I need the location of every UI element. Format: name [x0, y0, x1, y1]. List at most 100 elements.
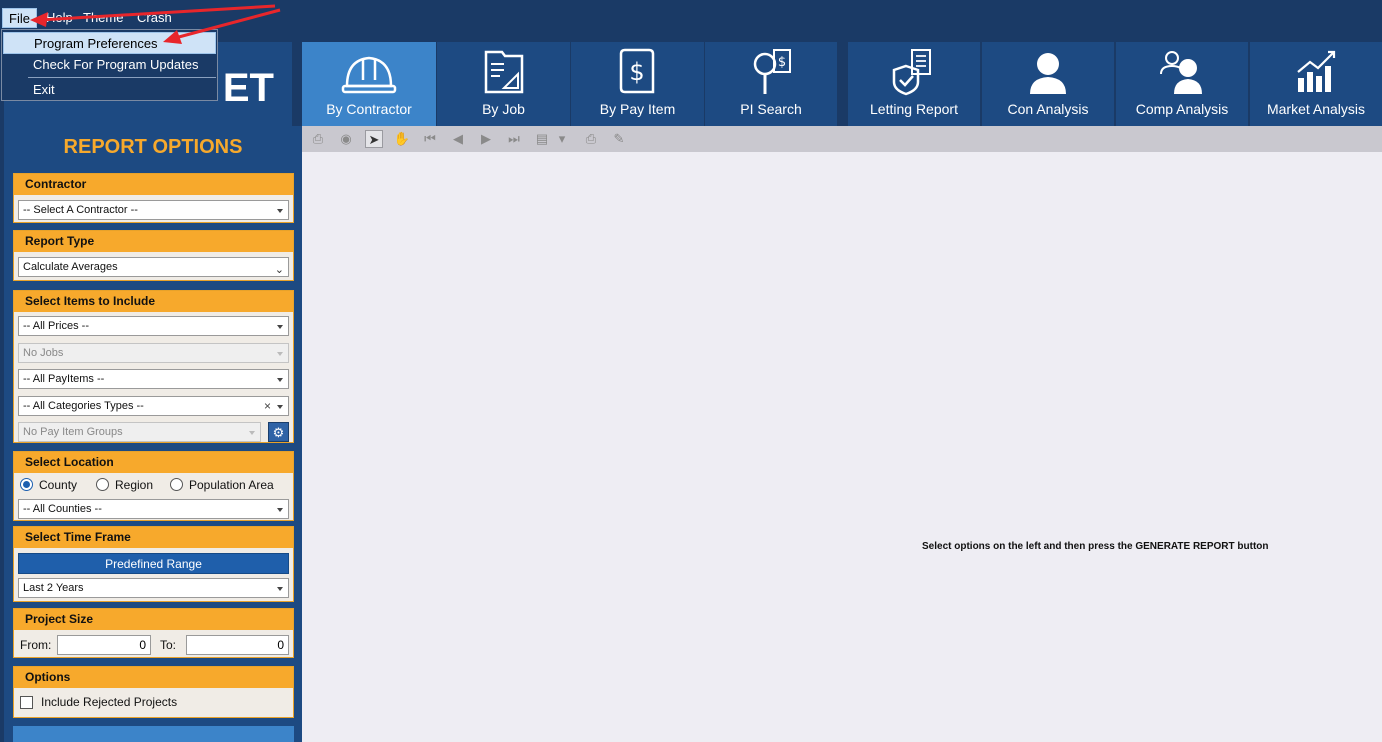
location-radio-group: County Region Population Area: [14, 476, 295, 496]
person-icon: [1030, 53, 1066, 94]
dropdown-arrow-icon: [277, 325, 283, 329]
categories-value: -- All Categories Types --: [23, 400, 144, 412]
viewer-message: Select options on the left and then pres…: [922, 541, 1269, 552]
pay-item-groups-select: No Pay Item Groups: [18, 422, 261, 442]
tab-label: Letting Report: [870, 101, 958, 117]
radio-region[interactable]: Region: [96, 478, 153, 492]
tab-pi-search[interactable]: $ PI Search: [705, 42, 837, 126]
tab-label: By Contractor: [326, 101, 412, 117]
logo-text: ET: [222, 66, 274, 110]
svg-text:$: $: [778, 55, 786, 70]
next-page-icon[interactable]: ▶: [477, 130, 495, 148]
location-section: Select Location County Region Population…: [13, 451, 294, 521]
folder-icon: [484, 50, 523, 94]
payitems-select[interactable]: -- All PayItems --: [18, 369, 289, 389]
payitems-value: -- All PayItems --: [23, 373, 105, 385]
counties-select[interactable]: -- All Counties --: [18, 499, 289, 519]
section-header: Report Type: [14, 231, 293, 252]
prices-value: -- All Prices --: [23, 320, 89, 332]
report-type-value: Calculate Averages: [23, 261, 118, 273]
menu-theme[interactable]: Theme: [77, 8, 129, 28]
predefined-range-button[interactable]: Predefined Range: [18, 553, 289, 574]
menu-item-check-updates[interactable]: Check For Program Updates: [3, 54, 216, 76]
radio-label: County: [39, 478, 78, 492]
section-header: Project Size: [14, 609, 293, 630]
viewer-toolbar: ⎙ ◉ ➤ ✋ ⏮ ◀ ▶ ⏭ ▤ ▾ ⎙ ✎: [302, 126, 1382, 152]
radio-population-area[interactable]: Population Area: [170, 478, 274, 492]
prev-page-icon[interactable]: ◀: [449, 130, 467, 148]
chevron-down-icon[interactable]: ▾: [557, 130, 567, 148]
radio-icon: [170, 478, 183, 491]
dollar-document-icon: $: [619, 48, 654, 94]
bar-chart-icon: [1297, 50, 1336, 92]
tab-label: Market Analysis: [1266, 101, 1366, 117]
dropdown-arrow-icon: [277, 209, 283, 213]
radio-selected-icon: [20, 478, 33, 491]
svg-text:$: $: [629, 58, 644, 86]
categories-select[interactable]: -- All Categories Types -- ×: [18, 396, 289, 416]
tab-label: Con Analysis: [1007, 101, 1089, 117]
last-page-icon[interactable]: ⏭: [505, 130, 523, 148]
jobs-select: No Jobs: [18, 343, 289, 363]
menu-help[interactable]: Help: [40, 8, 79, 28]
from-label: From:: [20, 638, 52, 652]
page-setup-icon[interactable]: ▤: [533, 130, 551, 148]
find-icon[interactable]: ◉: [337, 130, 355, 148]
report-options-title: REPORT OPTIONS: [63, 136, 243, 158]
tab-by-contractor[interactable]: By Contractor: [302, 42, 436, 126]
include-rejected-label: Include Rejected Projects: [41, 695, 178, 709]
to-input[interactable]: 0: [186, 635, 289, 655]
print-preview-icon[interactable]: ⎙: [309, 130, 327, 148]
menu-item-exit[interactable]: Exit: [3, 79, 216, 101]
tab-by-pay-item[interactable]: $ By Pay Item: [571, 42, 704, 126]
gear-icon[interactable]: ⚙: [268, 422, 289, 442]
hand-icon[interactable]: ✋: [393, 130, 411, 148]
to-label: To:: [160, 638, 177, 652]
include-rejected-checkbox[interactable]: [20, 696, 33, 709]
tab-by-job[interactable]: By Job: [437, 42, 570, 126]
dropdown-arrow-icon: [277, 378, 283, 382]
clear-icon[interactable]: ×: [264, 397, 271, 415]
options-section: Options Include Rejected Projects: [13, 666, 294, 718]
report-viewer: ⎙ ◉ ➤ ✋ ⏮ ◀ ▶ ⏭ ▤ ▾ ⎙ ✎ Select options o…: [302, 126, 1382, 742]
timeframe-section: Select Time Frame Predefined Range Last …: [13, 526, 294, 602]
tab-label: PI Search: [740, 101, 802, 117]
menu-crash[interactable]: Crash: [131, 8, 178, 28]
radio-label: Region: [115, 478, 154, 492]
dropdown-arrow-icon: [277, 508, 283, 512]
magnifier-icon: $: [753, 49, 791, 94]
tab-label: By Job: [482, 101, 525, 117]
timeframe-select[interactable]: Last 2 Years: [18, 578, 289, 598]
pointer-icon[interactable]: ➤: [365, 130, 383, 148]
menu-item-program-preferences[interactable]: Program Preferences: [3, 32, 216, 54]
tab-label: Comp Analysis: [1135, 101, 1229, 117]
tab-label: By Pay Item: [599, 101, 676, 117]
hard-hat-icon: [341, 56, 397, 94]
dropdown-arrow-icon: [249, 431, 255, 435]
report-type-select[interactable]: Calculate Averages ⌄: [18, 257, 289, 277]
radio-county[interactable]: County: [20, 478, 77, 492]
contractor-select[interactable]: -- Select A Contractor --: [18, 200, 289, 220]
chevron-down-icon: ⌄: [274, 264, 284, 276]
project-size-section: Project Size From: 0 To: 0: [13, 608, 294, 658]
section-header: Contractor: [14, 174, 293, 195]
tab-letting-report[interactable]: Letting Report: [848, 42, 980, 126]
section-header: Select Items to Include: [14, 291, 293, 312]
generate-report-button[interactable]: [13, 726, 294, 742]
print-icon[interactable]: ⎙: [582, 130, 600, 148]
first-page-icon[interactable]: ⏮: [421, 130, 439, 148]
tab-market-analysis[interactable]: Market Analysis: [1250, 42, 1382, 126]
tab-con-analysis[interactable]: Con Analysis: [982, 42, 1114, 126]
dropdown-arrow-icon: [277, 405, 283, 409]
prices-select[interactable]: -- All Prices --: [18, 316, 289, 336]
from-input[interactable]: 0: [57, 635, 151, 655]
menu-file[interactable]: File: [2, 8, 37, 28]
menu-separator: [28, 77, 216, 78]
tab-comp-analysis[interactable]: Comp Analysis: [1116, 42, 1248, 126]
items-section: Select Items to Include -- All Prices --…: [13, 290, 294, 443]
section-header: Options: [14, 667, 293, 688]
dropdown-arrow-icon: [277, 352, 283, 356]
counties-value: -- All Counties --: [23, 503, 102, 515]
edit-icon[interactable]: ✎: [610, 130, 628, 148]
radio-label: Population Area: [189, 478, 274, 492]
